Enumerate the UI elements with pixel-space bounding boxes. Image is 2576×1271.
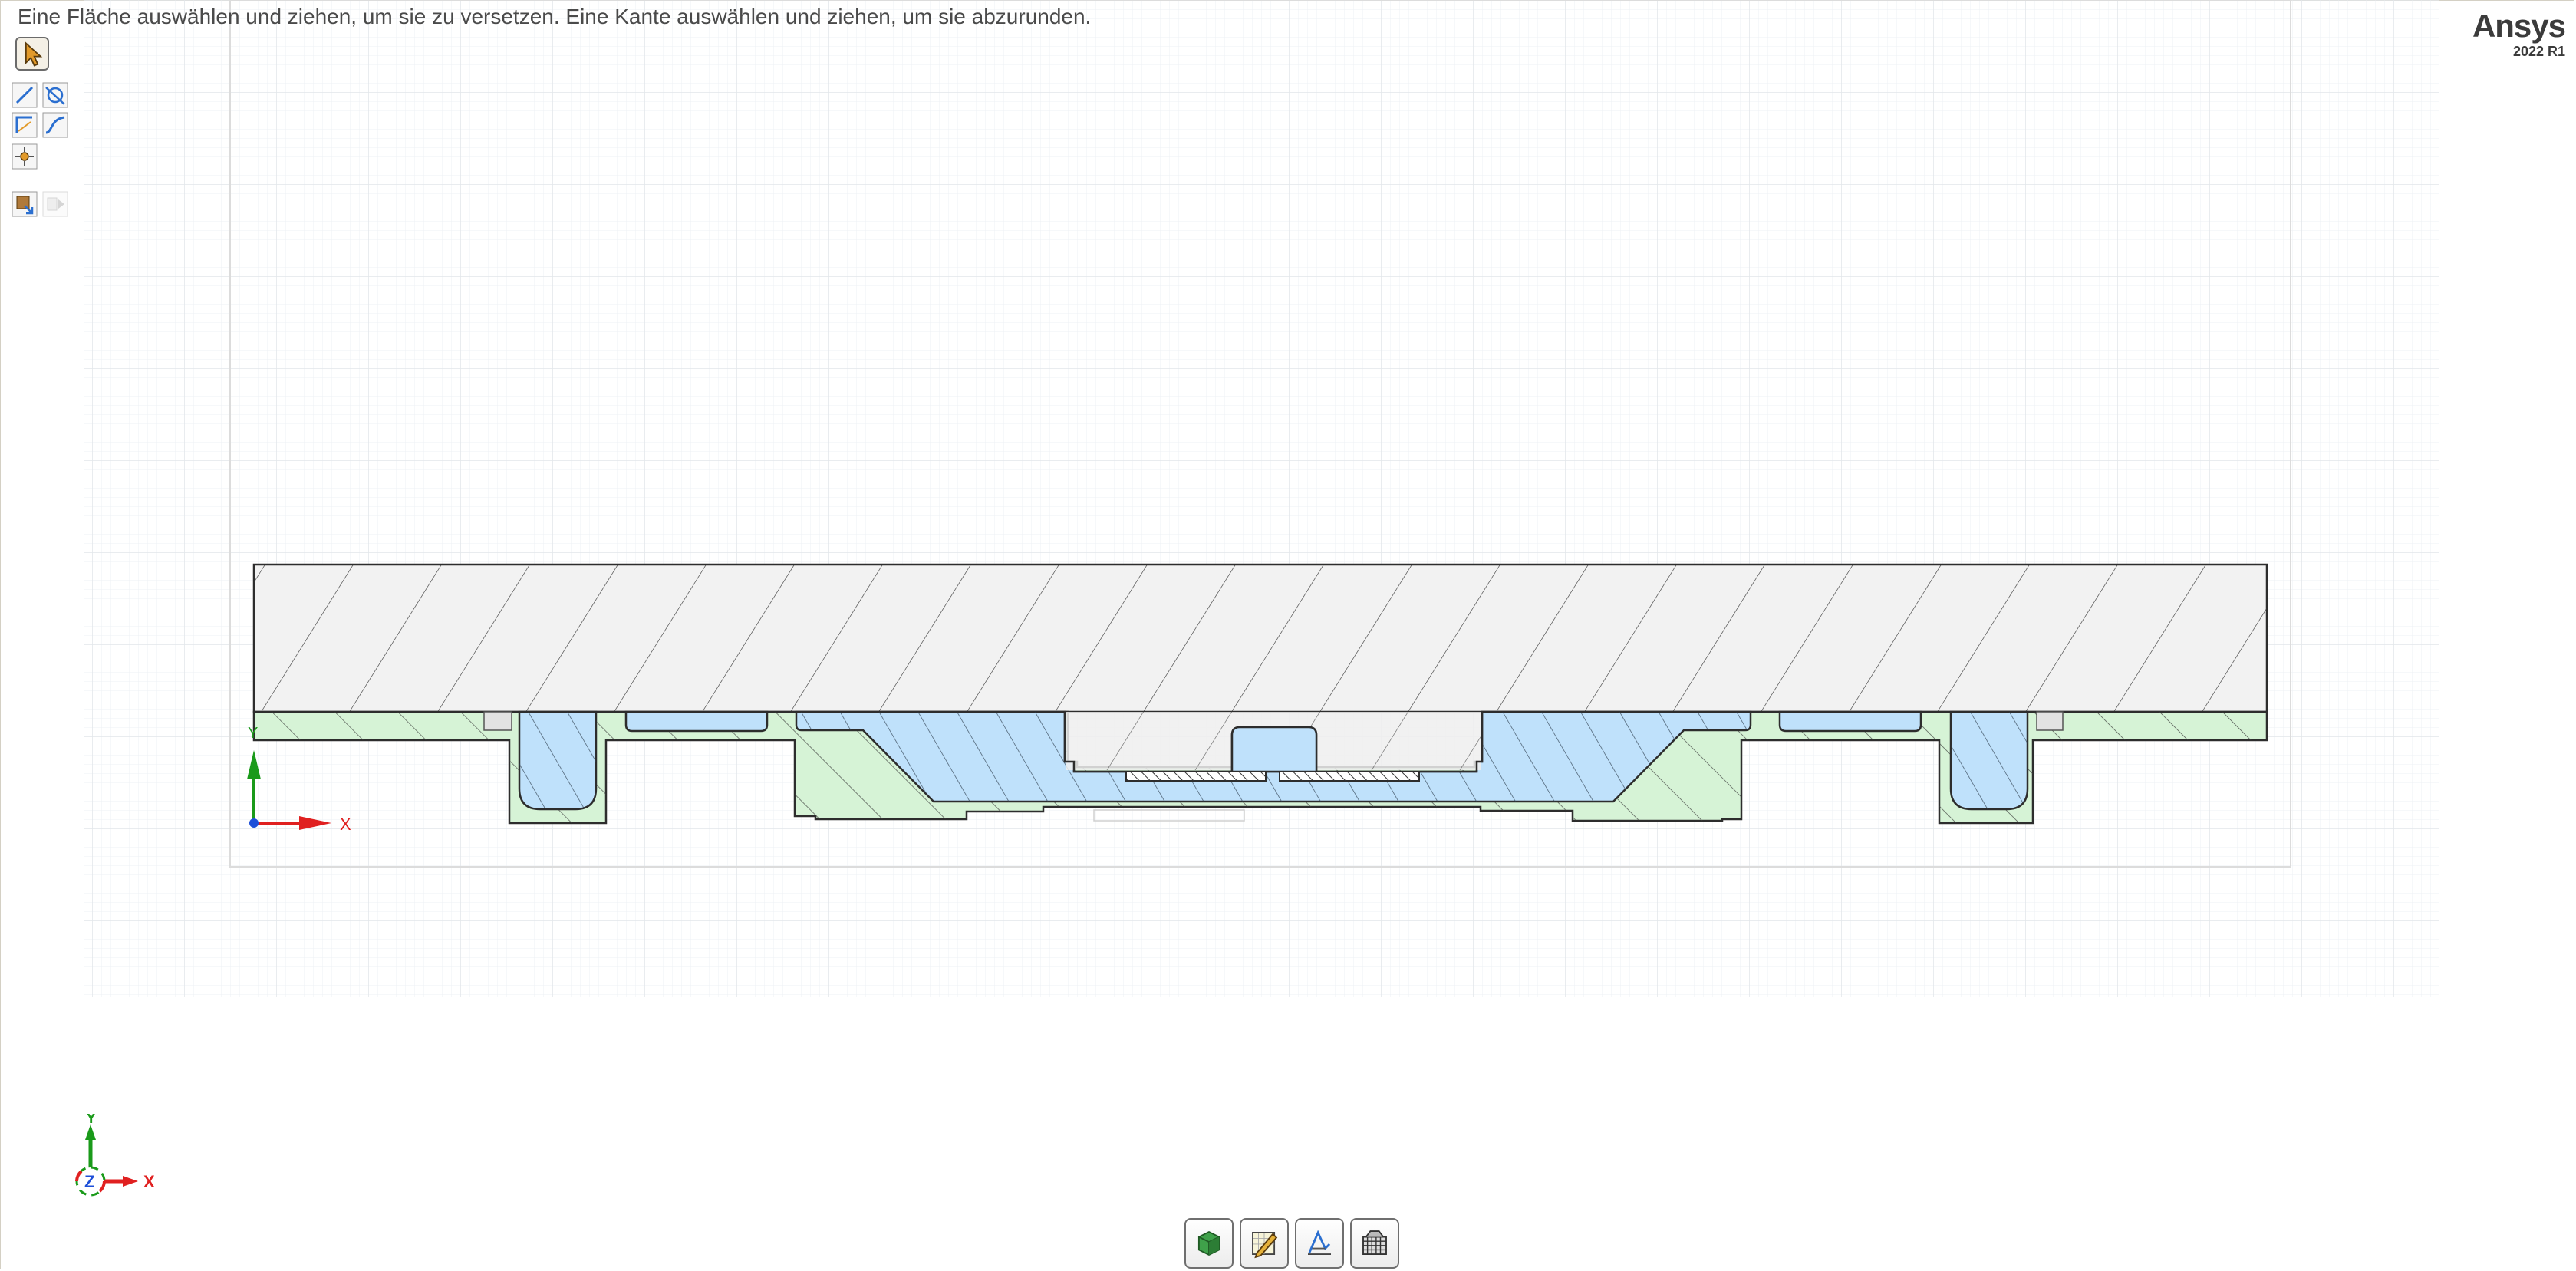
small-pad-left[interactable] [483, 711, 512, 731]
next-tool-button[interactable] [41, 190, 69, 218]
next-icon [42, 191, 68, 217]
section-mode-button[interactable] [1295, 1218, 1344, 1269]
sketch-grid [84, 0, 2439, 997]
corner-tool-button[interactable] [11, 111, 38, 139]
ansys-logo: Ansys 2022 R1 [2472, 8, 2566, 60]
line-tool-button[interactable] [11, 81, 38, 109]
line-icon [12, 82, 38, 108]
return-3d-tool-button[interactable] [11, 190, 38, 218]
pointer-arrow-icon [25, 41, 43, 67]
view-triad[interactable]: Y X Z [64, 1114, 164, 1206]
sketch-mode-button[interactable] [1240, 1218, 1289, 1269]
sketch-viewport[interactable]: X Y [0, 0, 2576, 1271]
trim-icon [42, 82, 68, 108]
status-hint: Eine Fläche auswählen und ziehen, um sie… [18, 5, 1092, 28]
brand-name: Ansys [2472, 8, 2566, 44]
point-icon [12, 143, 38, 170]
section-icon [1308, 1230, 1331, 1255]
top-plate[interactable] [252, 563, 2268, 713]
spline-tool-button[interactable] [41, 111, 69, 139]
brand-version: 2022 R1 [2512, 44, 2565, 59]
trim-tool-button[interactable] [41, 81, 69, 109]
cube-icon [1197, 1230, 1220, 1256]
sketch-pencil-icon [1252, 1232, 1278, 1259]
triad-x-label: X [143, 1172, 155, 1191]
sketch-axis-x-label: X [340, 815, 351, 834]
triad-z-label: Z [84, 1172, 94, 1191]
point-tool-button[interactable] [11, 143, 38, 170]
grid-plane-icon [1362, 1230, 1387, 1255]
small-pad-right[interactable] [2036, 711, 2064, 731]
layout-mode-button[interactable] [1350, 1218, 1399, 1269]
select-tool-button[interactable] [15, 37, 49, 71]
sketch-axis-y-label: Y [248, 725, 258, 742]
spline-icon [42, 112, 68, 138]
solid-mode-button[interactable] [1184, 1218, 1234, 1269]
triad-y-label: Y [86, 1114, 97, 1127]
return-3d-icon [12, 191, 38, 217]
corner-icon [12, 112, 38, 138]
